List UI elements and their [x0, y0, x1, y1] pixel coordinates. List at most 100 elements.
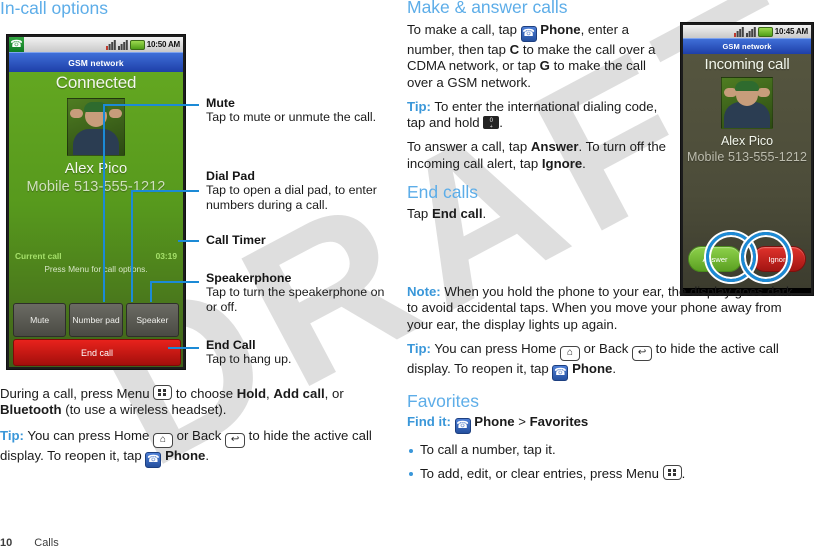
tip-label-intl: Tip: — [407, 98, 431, 114]
tip-label: Tip: — [0, 427, 24, 443]
term-phone: Phone — [165, 447, 206, 463]
tip2-text-2: or Back — [579, 340, 633, 356]
left-column: In-call options ☎ 10:50 AM GSM network C… — [0, 0, 400, 556]
battery-icon — [757, 26, 773, 37]
tip-label-2: Tip: — [407, 340, 431, 356]
callout-stem-dialpad — [131, 190, 133, 302]
callout-dial-pad-desc: Tap to open a dial pad, to enter numbers… — [206, 183, 377, 212]
phone-app-icon: ☎ — [454, 417, 471, 434]
contact-number: Mobile 513-555-1212 — [26, 179, 166, 195]
term-add-call: Add call — [273, 386, 325, 401]
phone-app-icon: ☎ — [520, 26, 537, 42]
paragraph-tip-hide-call-2: Tip: You can press Home ⌂ or Back ↩ to h… — [407, 341, 807, 381]
term-end-call: End call — [431, 206, 483, 222]
callout-call-timer-title: Call Timer — [206, 233, 266, 247]
status-bar-time: 10:50 AM — [146, 40, 180, 49]
menu-icon — [662, 465, 682, 481]
tip2-text-1: You can press Home — [430, 340, 560, 356]
network-bars-icon — [117, 39, 128, 50]
avatar-body — [724, 102, 770, 128]
mute-button[interactable]: Mute — [13, 303, 67, 337]
contact-avatar — [67, 98, 125, 156]
callout-speakerphone-title: Speakerphone — [206, 271, 292, 285]
incoming-call-body: Incoming call Alex Pico Mobile 513-555-1… — [683, 54, 811, 288]
phone-app-icon: ☎ — [552, 364, 569, 381]
phone-screen-in-call: ☎ 10:50 AM GSM network Connected Alex Pi… — [9, 37, 183, 367]
note-text: When you hold the phone to your ear, the… — [407, 284, 793, 332]
find-it-label: Find it: — [407, 413, 451, 429]
note-label: Note: — [407, 284, 441, 299]
paragraph-end-call: Tap End call. — [407, 206, 675, 222]
incoming-call-state-label: Incoming call — [704, 56, 790, 73]
ignore-button[interactable]: Ignore — [752, 246, 806, 272]
list-item: To add, edit, or clear entries, press Me… — [407, 465, 807, 482]
paragraph-note-proximity: Note: When you hold the phone to your ea… — [407, 284, 807, 333]
callout-end-call: End Call Tap to hang up. — [206, 338, 391, 367]
make-text-1: To make a call, tap — [407, 22, 521, 37]
term-phone-2: Phone — [572, 360, 613, 376]
end-call-button[interactable]: End call — [13, 339, 181, 366]
list-item: To call a number, tap it. — [407, 442, 807, 458]
callout-line-endcall — [168, 347, 199, 349]
network-banner-incoming: GSM network — [683, 38, 811, 54]
callout-mute-title: Mute — [206, 96, 235, 110]
during-call-text-4: , or — [324, 386, 344, 401]
left-paragraphs: During a call, press Menu to choose Hold… — [0, 385, 375, 477]
callout-dial-pad: Dial Pad Tap to open a dial pad, to ente… — [206, 169, 391, 212]
answer-button[interactable]: Answer — [688, 246, 742, 272]
signal-bars-icon — [733, 26, 744, 37]
page-section-label: Calls — [34, 537, 59, 549]
battery-icon — [129, 39, 145, 50]
paragraph-during-call: During a call, press Menu to choose Hold… — [0, 385, 375, 419]
status-bar-incoming: 10:45 AM — [683, 25, 811, 38]
home-icon: ⌂ — [152, 432, 173, 448]
callout-line-speakerphone — [150, 281, 199, 283]
number-pad-button[interactable]: Number pad — [69, 303, 123, 337]
page-footer: 10 Calls — [0, 537, 59, 549]
contact-name-incoming: Alex Pico — [720, 134, 774, 148]
find-it-favorites: Favorites — [529, 413, 589, 429]
menu-hint-text: Press Menu for call options. — [44, 264, 148, 274]
heading-end-calls: End calls — [407, 182, 479, 203]
right-column: Make & answer calls 10:45 AM GSM network… — [407, 0, 814, 556]
callout-line-mute — [103, 104, 199, 106]
answer-text-1: To answer a call, tap — [407, 139, 531, 155]
status-bar-time-incoming: 10:45 AM — [774, 27, 808, 36]
speaker-button[interactable]: Speaker — [125, 303, 179, 337]
right-text-upper: To make a call, tap ☎ Phone, enter a num… — [407, 22, 675, 230]
tip-text-1: You can press Home — [23, 427, 153, 443]
in-call-button-row: Mute Number pad Speaker — [9, 303, 183, 337]
favorites-bullet-list: To call a number, tap it. To add, edit, … — [407, 442, 807, 483]
callout-speakerphone: Speakerphone Tap to turn the speakerphon… — [206, 271, 396, 314]
during-call-text-2: to choose — [172, 386, 237, 401]
avatar-cap — [735, 81, 759, 91]
callout-stem-mute — [103, 104, 105, 302]
paragraph-find-it: Find it: ☎ Phone > Favorites — [407, 414, 807, 434]
term-bluetooth: Bluetooth — [0, 402, 62, 418]
callout-stem-speakerphone — [150, 281, 152, 302]
heading-make-answer-calls: Make & answer calls — [407, 0, 568, 17]
callout-mute: Mute Tap to mute or unmute the call. — [206, 96, 386, 125]
current-call-label: Current call — [15, 251, 62, 261]
callout-call-timer: Call Timer — [206, 233, 391, 247]
callout-dial-pad-title: Dial Pad — [206, 169, 255, 183]
end-text-1: Tap — [407, 206, 432, 222]
end-text-2: . — [482, 206, 487, 222]
home-icon: ⌂ — [559, 345, 580, 361]
back-icon: ↩ — [632, 345, 653, 361]
back-icon: ↩ — [225, 432, 246, 448]
callout-line-calltimer — [178, 240, 199, 242]
tip-intl-text-1: To enter the international dialing code,… — [407, 98, 658, 131]
paragraph-make-call: To make a call, tap ☎ Phone, enter a num… — [407, 22, 675, 91]
callout-line-dialpad — [131, 190, 199, 192]
callout-end-call-title: End Call — [206, 338, 256, 352]
contact-number-incoming: Mobile 513-555-1212 — [686, 150, 808, 164]
manual-page: DRAFT In-call options ☎ 10:50 AM GSM net… — [0, 0, 814, 556]
call-timer-value: 03:19 — [155, 251, 177, 261]
heading-in-call-options: In-call options — [0, 0, 108, 18]
tip2-text-4: . — [612, 360, 617, 376]
in-call-body: Connected Alex Pico Mobile 513-555-1212 … — [9, 72, 183, 367]
callout-mute-desc: Tap to mute or unmute the call. — [206, 110, 377, 124]
zero-key-icon: 0 + — [483, 116, 500, 130]
phone-screen-incoming: 10:45 AM GSM network Incoming call Alex … — [683, 25, 811, 293]
